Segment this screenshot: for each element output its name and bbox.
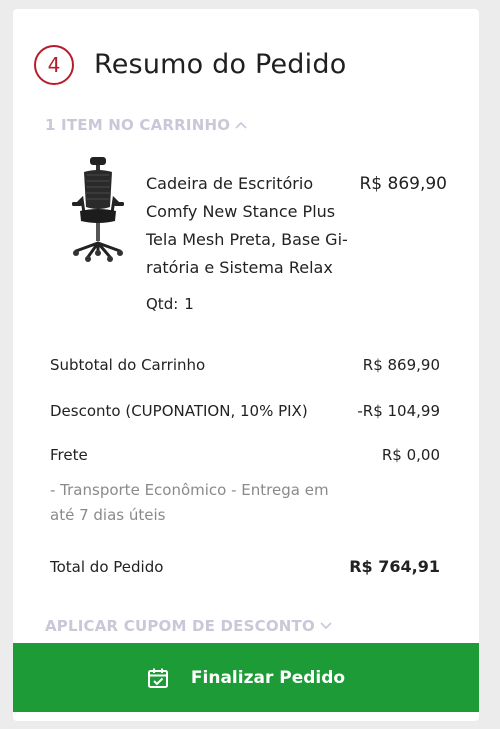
cart-items-toggle[interactable]: 1 ITEM NO CARRINHO	[45, 116, 247, 134]
subtotal-value: R$ 869,90	[362, 356, 440, 374]
shipping-row: Frete R$ 0,00	[50, 444, 440, 466]
discount-value: -R$ 104,99	[357, 402, 440, 420]
chevron-down-icon	[320, 622, 332, 630]
shipping-label: Frete	[50, 446, 88, 464]
shipping-value: R$ 0,00	[381, 446, 440, 464]
shipping-desc-line: até 7 dias úteis	[50, 506, 166, 524]
step-number-badge: 4	[34, 45, 74, 85]
product-name: Cadeira de Escritório Comfy New Stance P…	[146, 170, 356, 282]
product-price: R$ 869,90	[359, 174, 447, 194]
shipping-desc-line: - Transporte Econômico - Entrega em	[50, 481, 329, 499]
total-label: Total do Pedido	[50, 558, 164, 576]
total-value: R$ 764,91	[349, 557, 440, 576]
product-name-line: Comfy New Stance Plus	[146, 202, 336, 221]
page-title: Resumo do Pedido	[94, 49, 347, 80]
product-image	[72, 157, 124, 262]
coupon-toggle-label: APLICAR CUPOM DE DESCONTO	[45, 617, 315, 635]
subtotal-label: Subtotal do Carrinho	[50, 356, 206, 374]
checkout-button-label: Finalizar Pedido	[190, 667, 346, 688]
apply-coupon-toggle[interactable]: APLICAR CUPOM DE DESCONTO	[45, 617, 332, 635]
chevron-up-icon	[235, 121, 247, 129]
calendar-check-icon	[147, 667, 169, 689]
quantity-value: 1	[184, 295, 194, 313]
order-summary-card: 4 Resumo do Pedido 1 ITEM NO CARRINHO Ca…	[13, 9, 479, 721]
checkout-button[interactable]: Finalizar Pedido	[13, 643, 479, 712]
shipping-description: - Transporte Econômico - Entrega em até …	[50, 478, 350, 528]
product-name-line: Tela Mesh Preta, Base Gi-	[146, 230, 348, 249]
product-name-line: ratória e Sistema Relax	[146, 258, 333, 277]
discount-row: Desconto (CUPONATION, 10% PIX) -R$ 104,9…	[50, 400, 440, 422]
discount-label: Desconto (CUPONATION, 10% PIX)	[50, 402, 308, 420]
cart-toggle-label: 1 ITEM NO CARRINHO	[45, 116, 231, 134]
product-name-line: Cadeira de Escritório	[146, 174, 314, 193]
order-total-row: Total do Pedido R$ 764,91	[50, 556, 440, 578]
product-quantity: Qtd: 1	[146, 293, 194, 315]
subtotal-row: Subtotal do Carrinho R$ 869,90	[50, 354, 440, 376]
quantity-label: Qtd:	[146, 295, 179, 313]
